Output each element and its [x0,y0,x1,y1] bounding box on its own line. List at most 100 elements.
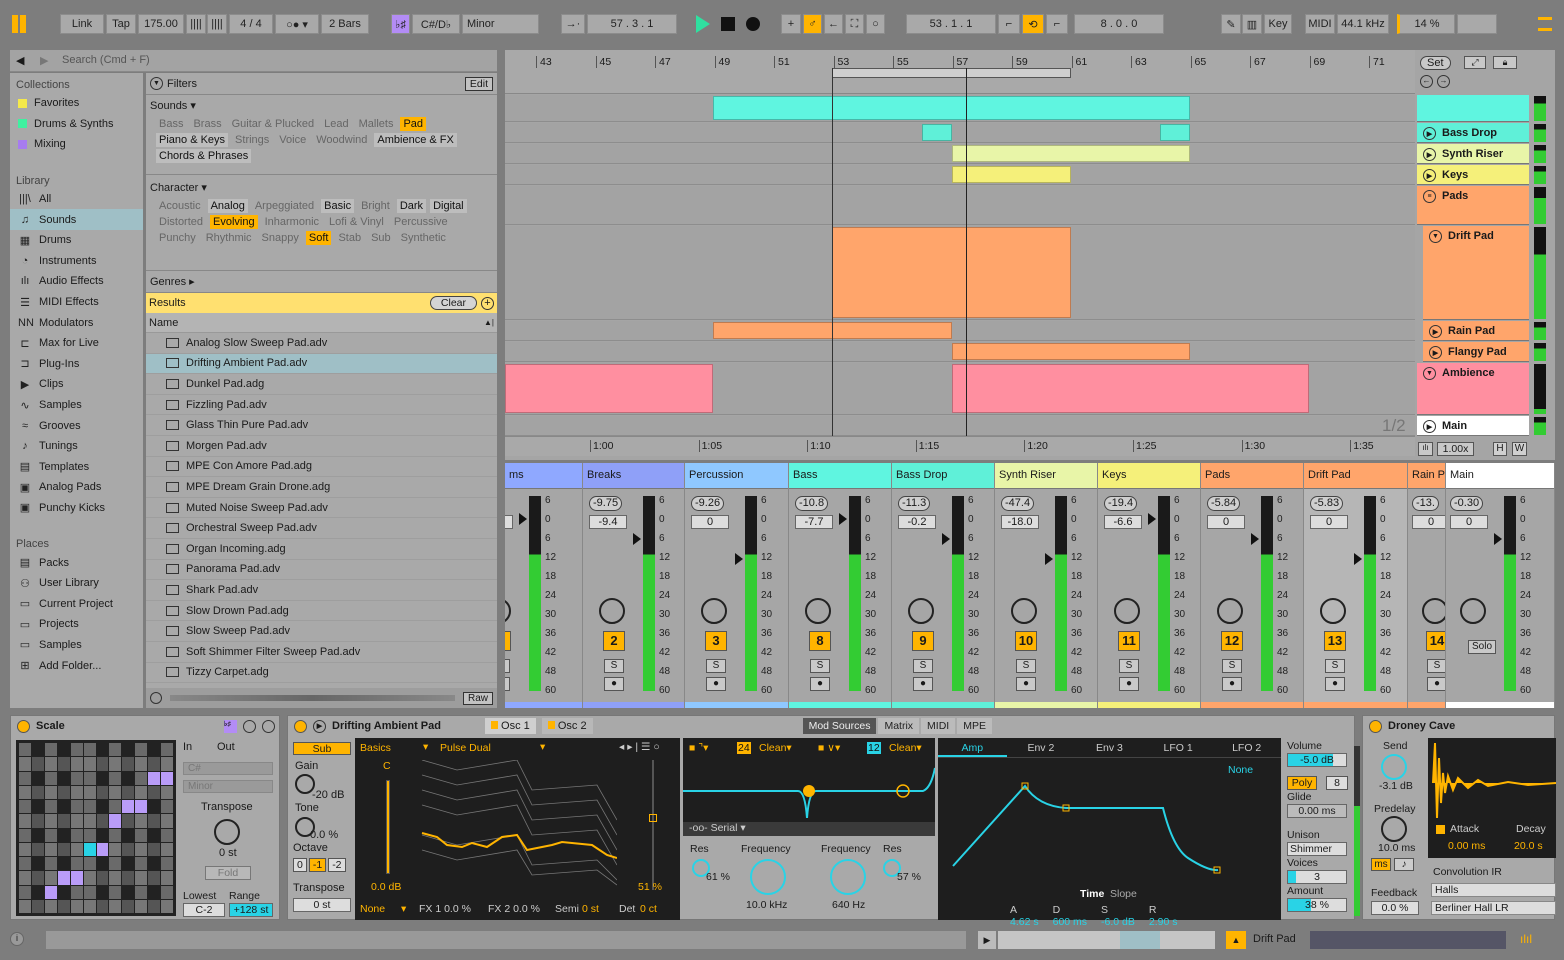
envelope-tab[interactable]: Env 3 [1075,738,1144,757]
scale-grid-cell[interactable] [83,771,96,785]
raw-button[interactable]: Raw [462,691,493,705]
track-header[interactable]: ▶ Rain Pad [1423,321,1529,341]
scale-grid-cell[interactable] [161,785,173,799]
scale-grid-cell[interactable] [96,871,109,885]
sort-icon[interactable]: ▲| [484,318,494,327]
position-slider[interactable] [649,760,657,890]
strip-track-name[interactable]: Keys [1098,463,1200,489]
tab-osc1[interactable]: Osc 1 [484,718,536,734]
volume-value[interactable]: -19.4 [1104,496,1138,511]
scale-grid-cell[interactable] [148,899,161,913]
device-on-icon[interactable] [1369,719,1382,733]
scale-grid-cell[interactable] [57,899,70,913]
sidebar-item-current-project[interactable]: ▭ Current Project [10,593,143,614]
scale-grid-cell[interactable] [122,899,135,913]
automation-arm-icon[interactable]: ♂ [803,14,822,34]
scale-grid-cell[interactable] [31,828,44,842]
follow-icon[interactable]: →· [561,14,585,34]
device-on-icon[interactable] [294,719,307,733]
scale-grid-cell[interactable] [148,828,161,842]
sidebar-item-punchy-kicks[interactable]: ▣ Punchy Kicks [10,498,143,519]
scale-grid-cell[interactable] [57,828,70,842]
punch-in-icon[interactable]: ⌐ [998,14,1020,34]
scale-grid-cell[interactable] [161,857,173,871]
clip[interactable] [713,96,1190,120]
filter-tag[interactable]: Synthetic [398,231,449,245]
sidebar-item-samples[interactable]: ▭ Samples [10,635,143,656]
volume-fader-handle[interactable] [942,533,950,545]
sidebar-item-all[interactable]: |||\ All [10,189,143,210]
result-item[interactable]: Fizzling Pad.adv [146,395,497,416]
track-activator[interactable]: 12 [1221,631,1243,651]
filter-tag[interactable]: Pad [400,117,427,131]
clip[interactable] [952,343,1190,360]
scale-grid-cell[interactable] [161,842,173,856]
scale-grid-cell[interactable] [122,771,135,785]
volume-fader-handle[interactable] [735,553,743,565]
filter-tag[interactable]: Rhythmic [203,231,255,245]
scale-grid-cell[interactable] [44,757,57,771]
filter2-type-icon[interactable]: ■ ∨▾ [818,742,840,754]
time-tab[interactable]: Time [1080,888,1104,900]
nudge-up-icon[interactable]: |||| [207,14,227,34]
strip-track-name[interactable]: Synth Riser [995,463,1097,489]
scale-grid-cell[interactable] [96,857,109,871]
solo-button[interactable]: S [1016,659,1036,673]
pan-knob[interactable] [1422,598,1445,624]
scale-grid-cell[interactable] [135,828,148,842]
beat-ruler[interactable]: 43 45 47 49 51 53 55 57 59 61 63 65 67 69 71 [505,50,1415,94]
scale-grid-cell[interactable] [122,785,135,799]
scale-grid-cell[interactable] [135,857,148,871]
result-item[interactable]: MPE Con Amore Pad.adg [146,457,497,478]
scale-grid-cell[interactable] [96,899,109,913]
result-item[interactable]: Muted Noise Sweep Pad.adv [146,498,497,519]
scale-grid-cell[interactable] [70,743,83,757]
envelope-tab[interactable]: LFO 2 [1212,738,1281,757]
volume-value[interactable]: -5.84 [1207,496,1241,511]
semi-value[interactable]: 0 st [582,903,599,915]
mod-tab[interactable]: Mod Sources [802,718,877,734]
clip[interactable] [952,364,1309,413]
track-activator[interactable]: 9 [912,631,934,651]
scale-grid-cell[interactable] [135,885,148,899]
collection-favorites[interactable]: Favorites [10,93,143,114]
track-lane[interactable] [505,226,1415,320]
filter-tag[interactable]: Guitar & Plucked [229,117,318,131]
group-icon[interactable]: ≡ [1423,190,1436,203]
scale-grid-cell[interactable] [148,857,161,871]
scale-grid-cell[interactable] [161,757,173,771]
attack-value[interactable]: 0.00 ms [1448,840,1485,852]
filter-tag[interactable]: Dark [396,199,427,213]
scale-grid-cell[interactable] [109,757,122,771]
solo-button[interactable]: Solo [1468,640,1496,654]
mod-tab[interactable]: MIDI [921,718,956,734]
sidebar-item-packs[interactable]: ▤ Packs [10,552,143,573]
track-activator[interactable]: 10 [1015,631,1037,651]
result-item[interactable]: Slow Sweep Pad.adv [146,621,497,642]
next-locator-icon[interactable]: → [1437,75,1450,88]
level-slider[interactable] [386,780,390,874]
filter-tag[interactable]: Digital [430,199,467,213]
tab-osc2[interactable]: Osc 2 [541,718,593,734]
scale-grid-cell[interactable] [44,828,57,842]
play-icon[interactable]: ▶ [1423,169,1436,182]
key-map-button[interactable]: Key [1264,14,1292,34]
volume-fader-handle[interactable] [519,513,527,525]
scale-grid-cell[interactable] [44,871,57,885]
scale-grid-cell[interactable] [57,814,70,828]
lowest-field[interactable]: C-2 [183,903,225,917]
filter-tag[interactable]: Stab [335,231,364,245]
filter1-slope[interactable]: 24 [737,742,751,754]
scale-grid-cell[interactable] [70,800,83,814]
mod-tab[interactable]: MPE [957,718,992,734]
clip[interactable] [505,364,713,413]
scale-grid-cell[interactable] [135,785,148,799]
filter-tag[interactable]: Inharmonic [262,215,322,229]
sidebar-item-clips[interactable]: ▶ Clips [10,374,143,395]
scale-grid-cell[interactable] [109,842,122,856]
scale-grid-cell[interactable] [19,800,31,814]
scale-grid-cell[interactable] [83,828,96,842]
scale-grid-cell[interactable] [44,842,57,856]
filter-tag[interactable]: Arpeggiated [252,199,317,213]
back-icon[interactable]: ◀ [16,54,24,67]
